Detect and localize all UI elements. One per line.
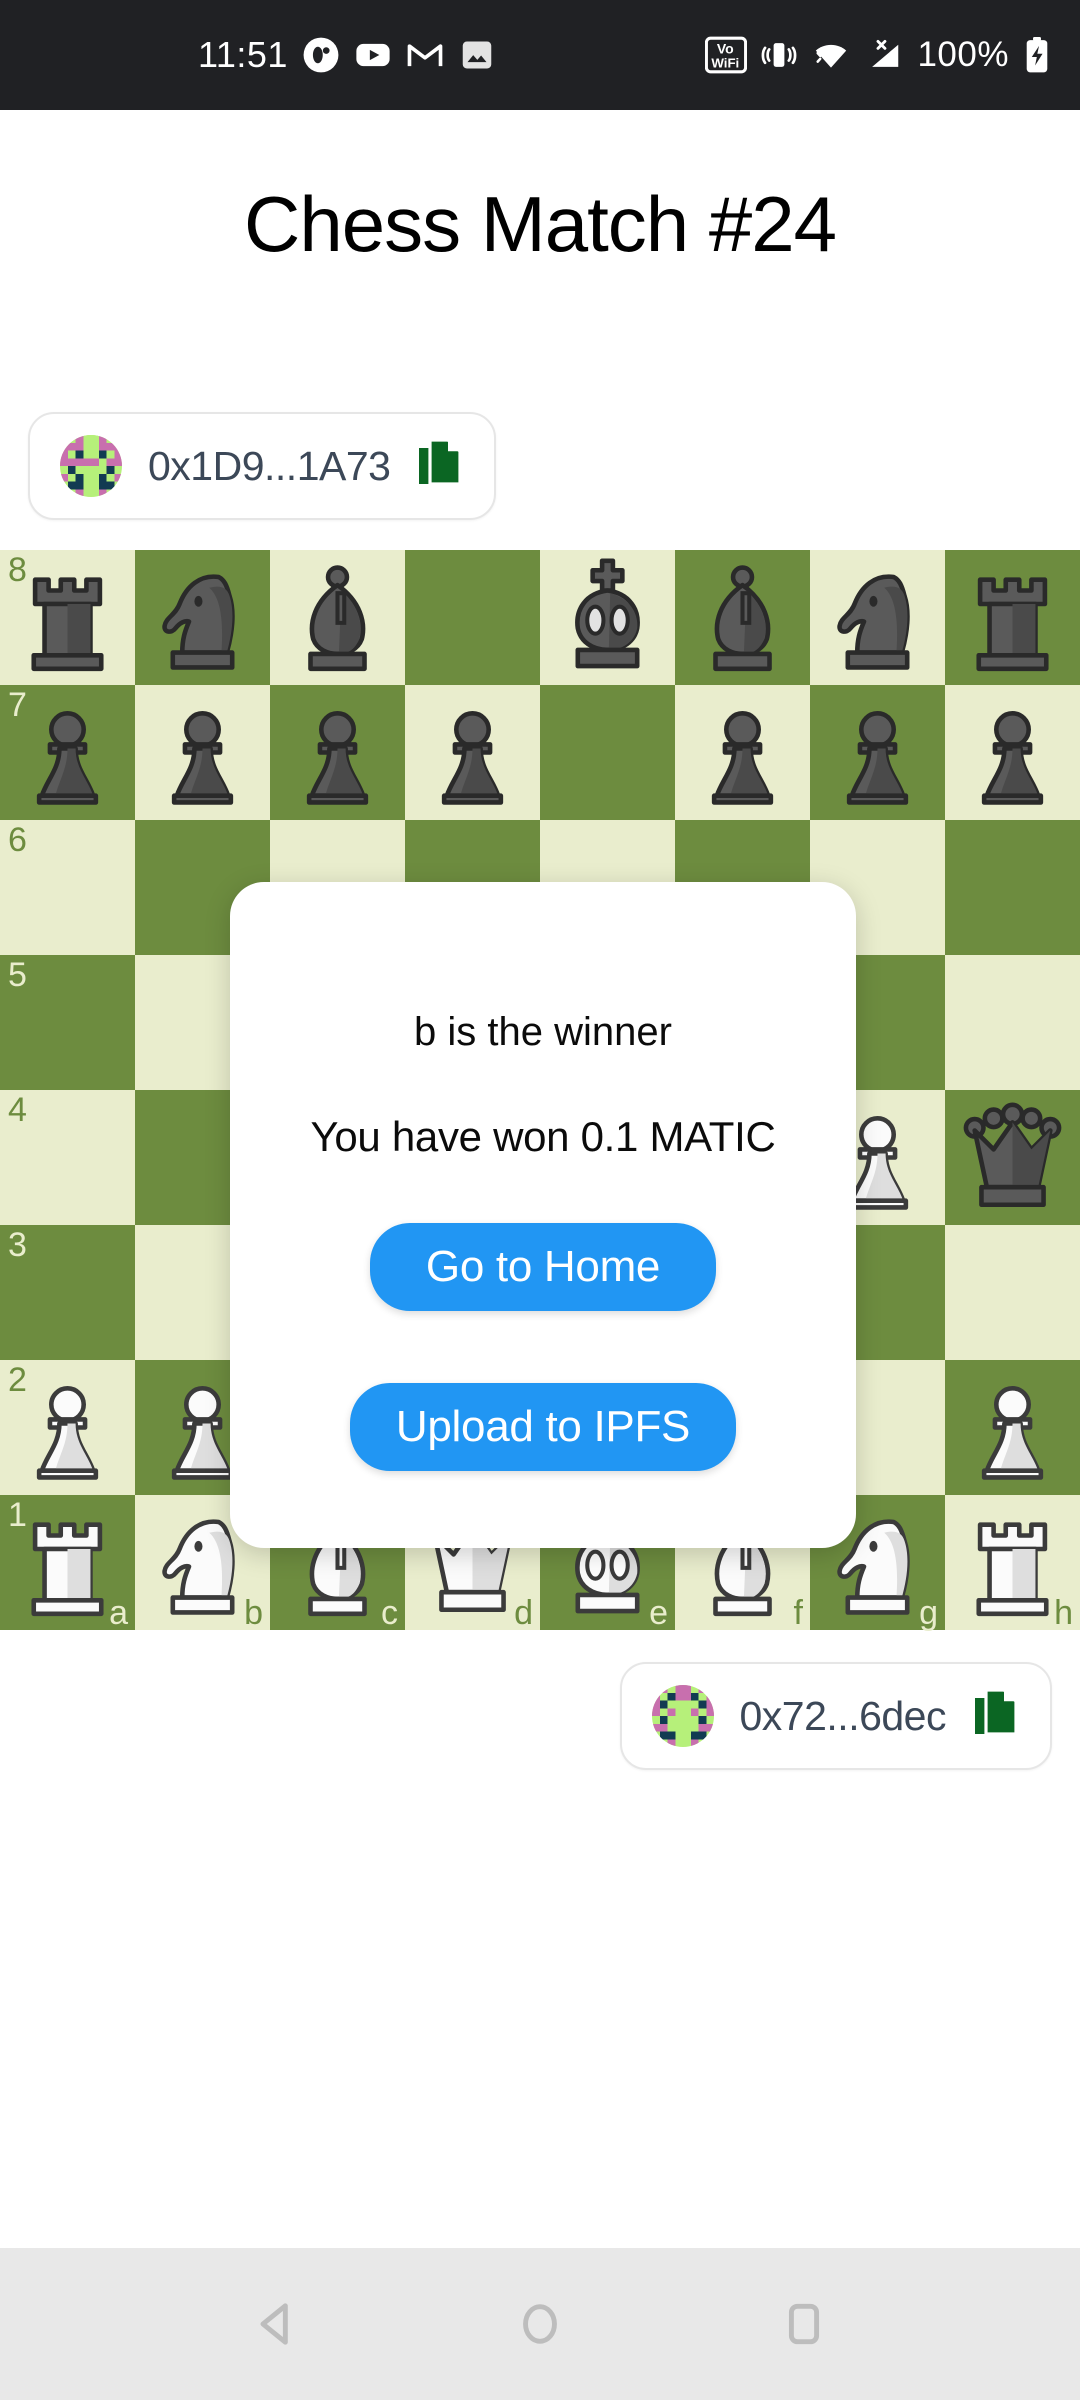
home-circle-icon[interactable] (504, 2288, 576, 2360)
board-square-g7[interactable] (810, 685, 945, 820)
game-result-modal: b is the winner You have won 0.1 MATIC G… (230, 882, 856, 1548)
copy-icon[interactable] (972, 1687, 1020, 1746)
svg-text:WiFi: WiFi (712, 56, 740, 71)
board-square-h1[interactable]: h (945, 1495, 1080, 1632)
copy-icon[interactable] (416, 437, 464, 496)
chess-piece-bk[interactable] (540, 550, 675, 685)
vibrate-icon (760, 36, 798, 74)
board-square-h7[interactable] (945, 685, 1080, 820)
board-square-a4[interactable]: 4 (0, 1090, 135, 1225)
board-square-b8[interactable] (135, 550, 270, 685)
board-square-f7[interactable] (675, 685, 810, 820)
battery-charging-icon (1022, 36, 1052, 74)
rank-label-4: 4 (8, 1091, 27, 1129)
status-bar-clock: 11:51 (198, 34, 288, 75)
chess-piece-bb[interactable] (675, 550, 810, 685)
chess-piece-bb[interactable] (270, 550, 405, 685)
chess-piece-br[interactable] (945, 550, 1080, 685)
chess-piece-bp[interactable] (675, 685, 810, 820)
board-square-a7[interactable]: 7 (0, 685, 135, 820)
chess-piece-bp[interactable] (135, 685, 270, 820)
board-square-g8[interactable] (810, 550, 945, 685)
back-triangle-icon[interactable] (240, 2288, 312, 2360)
board-square-a8[interactable]: 8 (0, 550, 135, 685)
board-square-a6[interactable]: 6 (0, 820, 135, 955)
chess-piece-bn[interactable] (135, 550, 270, 685)
player-address-top: 0x1D9...1A73 (148, 442, 391, 489)
board-square-d7[interactable] (405, 685, 540, 820)
chess-piece-bp[interactable] (0, 685, 135, 820)
board-square-a2[interactable]: 2 (0, 1360, 135, 1495)
winner-text: b is the winner (414, 1010, 672, 1054)
chess-piece-bp[interactable] (810, 685, 945, 820)
rank-label-3: 3 (8, 1226, 27, 1264)
ghost-app-icon (302, 36, 340, 74)
player-address-bottom: 0x72...6dec (739, 1692, 947, 1739)
vowifi-icon: Vo WiFi (705, 36, 748, 74)
board-square-b7[interactable] (135, 685, 270, 820)
status-bar-left: 11:51 (198, 34, 496, 76)
upload-to-ipfs-button[interactable]: Upload to IPFS (349, 1383, 737, 1471)
board-square-a1[interactable]: 1a (0, 1495, 135, 1632)
rank-label-5: 5 (8, 956, 27, 994)
chess-piece-wp[interactable] (945, 1360, 1080, 1495)
no-signal-icon (864, 36, 904, 74)
avatar (60, 435, 122, 497)
board-square-h8[interactable] (945, 550, 1080, 685)
svg-text:Vo: Vo (717, 41, 734, 57)
chess-piece-wp[interactable] (0, 1360, 135, 1495)
photos-icon (458, 36, 496, 74)
battery-percent-label: 100% (917, 35, 1009, 74)
board-square-c8[interactable] (270, 550, 405, 685)
board-square-h6[interactable] (945, 820, 1080, 955)
go-to-home-button[interactable]: Go to Home (369, 1223, 717, 1311)
status-bar: 11:51 Vo WiFi 100% (0, 0, 1080, 110)
board-square-h4[interactable] (945, 1090, 1080, 1225)
android-navigation-bar (0, 2248, 1080, 2400)
chess-piece-br[interactable] (0, 550, 135, 685)
wifi-icon (811, 36, 851, 74)
board-square-a3[interactable]: 3 (0, 1225, 135, 1360)
page-title: Chess Match #24 (244, 180, 837, 268)
chess-piece-bn[interactable] (810, 550, 945, 685)
board-square-f8[interactable] (675, 550, 810, 685)
rank-label-6: 6 (8, 821, 27, 859)
recents-square-icon[interactable] (768, 2288, 840, 2360)
board-square-d8[interactable] (405, 550, 540, 685)
chess-piece-wr[interactable] (0, 1495, 135, 1630)
board-square-h2[interactable] (945, 1360, 1080, 1495)
board-square-c7[interactable] (270, 685, 405, 820)
prize-text: You have won 0.1 MATIC (310, 1113, 776, 1160)
gmail-icon (406, 36, 444, 74)
player-address-pill-bottom[interactable]: 0x72...6dec (619, 1662, 1052, 1770)
board-square-h5[interactable] (945, 955, 1080, 1090)
player-address-pill-top[interactable]: 0x1D9...1A73 (28, 412, 497, 520)
board-square-e8[interactable] (540, 550, 675, 685)
board-square-e7[interactable] (540, 685, 675, 820)
chess-piece-wr[interactable] (945, 1495, 1080, 1630)
chess-piece-bq[interactable] (945, 1090, 1080, 1225)
chess-piece-bp[interactable] (405, 685, 540, 820)
avatar (651, 1685, 714, 1747)
chess-piece-bp[interactable] (270, 685, 405, 820)
board-square-h3[interactable] (945, 1225, 1080, 1360)
youtube-icon (354, 36, 392, 74)
board-square-a5[interactable]: 5 (0, 955, 135, 1090)
status-bar-right: Vo WiFi 100% (705, 35, 1052, 75)
chess-piece-bp[interactable] (945, 685, 1080, 820)
